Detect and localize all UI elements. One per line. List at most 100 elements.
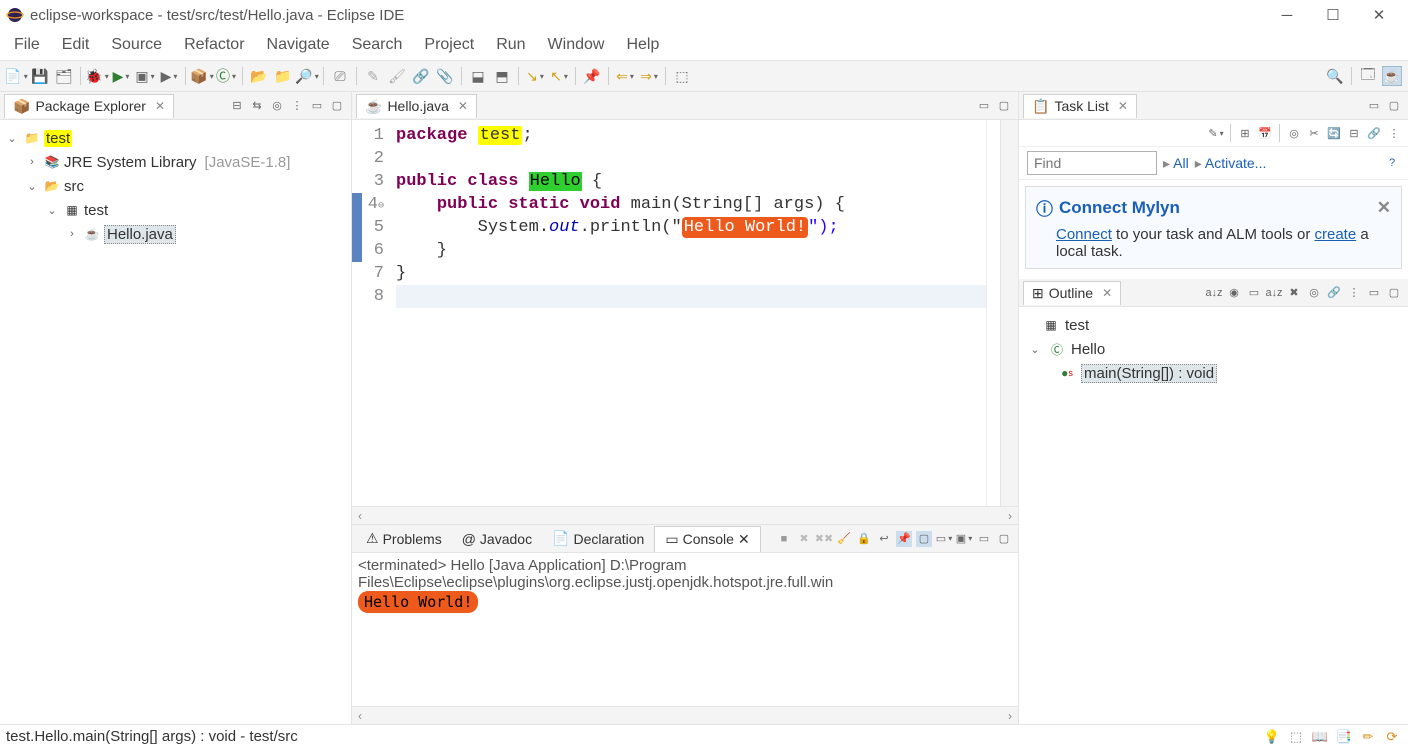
hide-fields-icon[interactable]: ◉ [1226, 285, 1242, 301]
new-class-icon[interactable]: Ⓒ [216, 66, 236, 86]
samples-icon[interactable]: 📑 [1334, 727, 1354, 747]
minimize-view-icon[interactable]: ▭ [1366, 285, 1382, 301]
close-icon[interactable]: ✕ [738, 531, 750, 548]
sync-status-icon[interactable]: ⟳ [1382, 727, 1402, 747]
scroll-lock-icon[interactable]: 🔒 [856, 531, 872, 547]
maximize-button[interactable]: ☐ [1310, 1, 1356, 29]
close-icon[interactable]: ✕ [155, 99, 165, 113]
horizontal-scrollbar[interactable]: ‹› [352, 506, 1018, 524]
focus-task-icon[interactable]: ◎ [1286, 125, 1302, 141]
sort-icon[interactable]: a↓z [1206, 285, 1222, 301]
attach-icon[interactable]: 📎 [435, 66, 455, 86]
save-all-icon[interactable]: 🗂 [54, 66, 74, 86]
perspective-icon[interactable]: ⬚ [672, 66, 692, 86]
close-icon[interactable]: ✕ [1102, 286, 1112, 300]
maximize-view-icon[interactable]: ▢ [996, 98, 1012, 114]
view-menu-icon[interactable]: ⋮ [1346, 285, 1362, 301]
paint-icon[interactable]: 🖌 [387, 66, 407, 86]
tab-console[interactable]: ▭Console✕ [654, 526, 760, 552]
hide-static-icon[interactable]: ▭ [1246, 285, 1262, 301]
run-last-icon[interactable]: ▶ [159, 66, 179, 86]
close-button[interactable]: ✕ [1356, 1, 1402, 29]
menu-help[interactable]: Help [616, 32, 669, 58]
new-icon[interactable]: 📄 [6, 66, 26, 86]
whatsnew-icon[interactable]: ✏ [1358, 727, 1378, 747]
open-type-icon[interactable]: 📂 [249, 66, 269, 86]
pin-icon[interactable]: 📌 [582, 66, 602, 86]
overview-ruler[interactable] [986, 120, 1000, 506]
console-body[interactable]: <terminated> Hello [Java Application] D:… [352, 553, 1018, 706]
line-gutter[interactable]: 1 2 3 4⊖ 5 6 7 8 [352, 120, 392, 506]
menu-file[interactable]: File [4, 32, 50, 58]
tasklist-tab[interactable]: 📋 Task List ✕ [1023, 94, 1137, 118]
twisty-icon[interactable]: ⌄ [1027, 343, 1043, 356]
quick-search-icon[interactable]: 🔍 [1325, 66, 1345, 86]
menu-run[interactable]: Run [486, 32, 535, 58]
outline-tree[interactable]: ▦ test ⌄ Ⓒ Hello ●s main(String[]) : voi… [1019, 307, 1408, 391]
jre-node[interactable]: › 📚 JRE System Library [JavaSE-1.8] [4, 150, 347, 174]
hide-local-icon[interactable]: ✖ [1286, 285, 1302, 301]
collapse-icon[interactable]: ⊟ [229, 98, 245, 114]
src-node[interactable]: ⌄ 📂 src [4, 174, 347, 198]
clear-console-icon[interactable]: 🧹 [836, 531, 852, 547]
save-icon[interactable]: 💾 [30, 66, 50, 86]
mylyn-connect-link[interactable]: Connect [1056, 226, 1112, 243]
menu-window[interactable]: Window [538, 32, 615, 58]
sync-icon[interactable]: 🔄 [1326, 125, 1342, 141]
minimize-view-icon[interactable]: ▭ [976, 98, 992, 114]
outline-pkg[interactable]: ▦ test [1027, 313, 1400, 337]
debug-icon[interactable]: 🐞 [87, 66, 107, 86]
show-console-icon[interactable]: ▢ [916, 531, 932, 547]
tasklist-crumb-all[interactable]: All [1163, 155, 1189, 172]
link-editor-icon[interactable]: ⇆ [249, 98, 265, 114]
pkg-node[interactable]: ⌄ ▦ test [4, 198, 347, 222]
package-explorer-tree[interactable]: ⌄ 📁 test › 📚 JRE System Library [JavaSE-… [0, 120, 351, 724]
overview-icon[interactable]: 📖 [1310, 727, 1330, 747]
file-node[interactable]: › ☕ Hello.java [4, 222, 347, 246]
minimize-view-icon[interactable]: ▭ [976, 531, 992, 547]
remove-launch-icon[interactable]: ✖ [796, 531, 812, 547]
menu-source[interactable]: Source [101, 32, 172, 58]
minimize-view-icon[interactable]: ▭ [309, 98, 325, 114]
package-explorer-tab[interactable]: 📦 Package Explorer ✕ [4, 94, 174, 118]
view-menu-icon[interactable]: ⋮ [289, 98, 305, 114]
maximize-view-icon[interactable]: ▢ [1386, 285, 1402, 301]
schedule-icon[interactable]: 📅 [1257, 125, 1273, 141]
run-icon[interactable]: ▶ [111, 66, 131, 86]
close-icon[interactable]: ✕ [458, 99, 468, 113]
minimize-view-icon[interactable]: ▭ [1366, 98, 1382, 114]
back-icon[interactable]: ⇐ [615, 66, 635, 86]
minimize-button[interactable]: ─ [1264, 1, 1310, 29]
close-icon[interactable]: ✕ [1118, 99, 1128, 113]
outline-class[interactable]: ⌄ Ⓒ Hello [1027, 337, 1400, 361]
collapse-all-icon[interactable]: ⊟ [1346, 125, 1362, 141]
code-area[interactable]: package test; public class Hello { publi… [392, 120, 986, 506]
menu-navigate[interactable]: Navigate [257, 32, 340, 58]
step-icon[interactable]: ⬓ [468, 66, 488, 86]
twisty-icon[interactable]: ⌄ [24, 180, 40, 193]
remove-all-icon[interactable]: ✖✖ [816, 531, 832, 547]
prev-annotation-icon[interactable]: ↖ [549, 66, 569, 86]
vertical-scrollbar[interactable] [1000, 120, 1018, 506]
twisty-icon[interactable]: › [24, 156, 40, 168]
new-task-icon[interactable]: ✎ [1208, 125, 1224, 141]
help-icon[interactable]: ? [1384, 155, 1400, 171]
close-icon[interactable]: ✕ [1377, 198, 1391, 218]
menu-refactor[interactable]: Refactor [174, 32, 254, 58]
search-type-icon[interactable]: 🔎 [297, 66, 317, 86]
link-icon[interactable]: 🔗 [411, 66, 431, 86]
tab-declaration[interactable]: 📄Declaration [542, 526, 654, 551]
open-task-icon[interactable]: 📁 [273, 66, 293, 86]
terminate-icon[interactable]: ■ [776, 531, 792, 547]
focus-outline-icon[interactable]: ◎ [1306, 285, 1322, 301]
maximize-view-icon[interactable]: ▢ [996, 531, 1012, 547]
project-node[interactable]: ⌄ 📁 test [4, 126, 347, 150]
open-console-icon[interactable]: ▣ [956, 531, 972, 547]
hide-nonpublic-icon[interactable]: a↓z [1266, 285, 1282, 301]
outline-method[interactable]: ●s main(String[]) : void [1027, 361, 1400, 385]
mylyn-create-link[interactable]: create [1314, 226, 1356, 243]
focus-icon[interactable]: ◎ [269, 98, 285, 114]
pin-console-icon[interactable]: 📌 [896, 531, 912, 547]
next-annotation-icon[interactable]: ↘ [525, 66, 545, 86]
link-outline-icon[interactable]: 🔗 [1326, 285, 1342, 301]
